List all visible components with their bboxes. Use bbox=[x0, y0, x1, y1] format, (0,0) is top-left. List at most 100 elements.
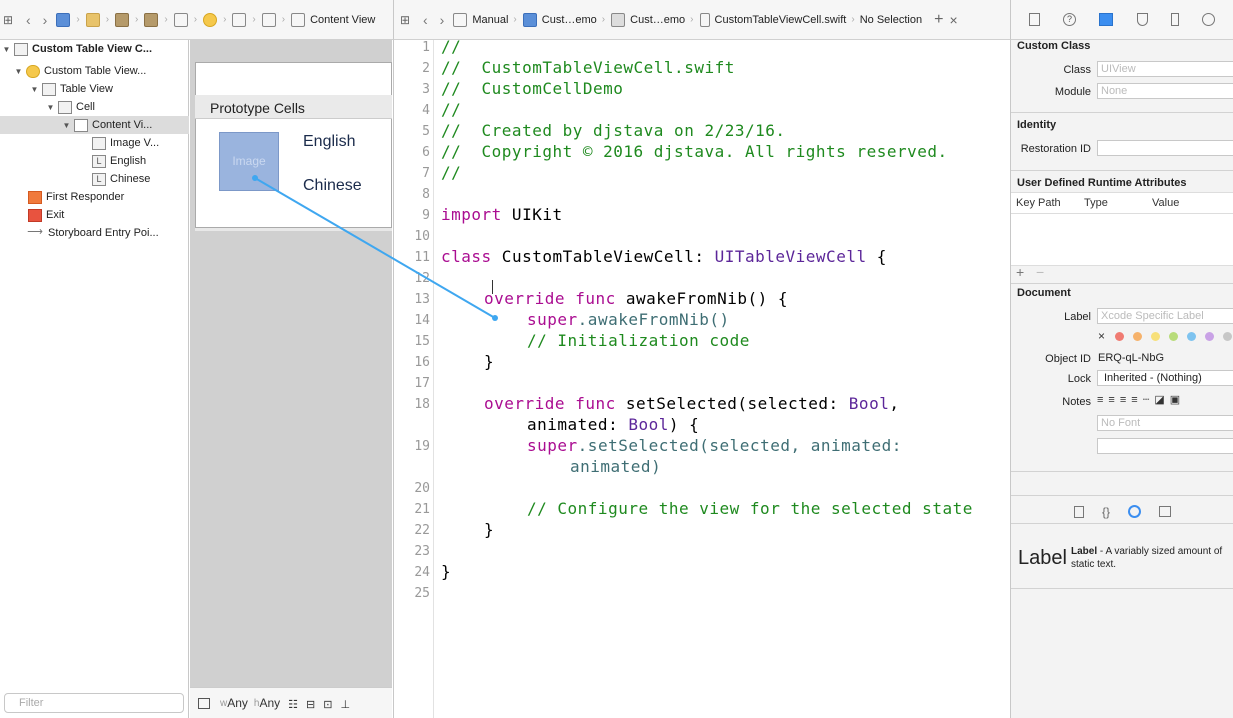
code-line[interactable]: super.awakeFromNib() bbox=[527, 310, 730, 329]
folder-icon[interactable] bbox=[611, 12, 626, 27]
code-editor[interactable]: 1 2 3 4 5 6 7 8 9 10 11 12 13 14 15 16 1… bbox=[393, 37, 1010, 718]
disclosure-triangle-icon[interactable]: ▼ bbox=[2, 45, 11, 54]
manual-icon[interactable] bbox=[453, 12, 468, 27]
code-line[interactable]: import UIKit bbox=[441, 205, 563, 224]
library-item-description[interactable]: Label - A variably sized amount of stati… bbox=[1071, 545, 1233, 571]
related-items-icon[interactable]: ⊞ bbox=[3, 13, 17, 27]
size-class-height[interactable]: Any bbox=[259, 696, 280, 710]
cell-icon[interactable] bbox=[261, 12, 276, 27]
attributes-inspector-icon[interactable] bbox=[1136, 13, 1148, 26]
project-icon[interactable] bbox=[522, 12, 537, 27]
code-line[interactable]: // bbox=[441, 163, 461, 182]
outline-item-english[interactable]: L English bbox=[0, 152, 189, 170]
storyboard-icon[interactable] bbox=[144, 12, 159, 27]
restoration-id-field[interactable] bbox=[1097, 140, 1233, 156]
scene-icon[interactable] bbox=[173, 12, 188, 27]
file-template-library-icon[interactable] bbox=[1073, 505, 1084, 518]
back-arrow-icon[interactable]: ‹ bbox=[423, 12, 428, 28]
notes-text-field[interactable] bbox=[1097, 438, 1233, 454]
lock-popup[interactable]: Inherited - (Nothing) bbox=[1097, 370, 1233, 386]
align-center-icon[interactable]: ≡ bbox=[1108, 394, 1119, 406]
controller-icon[interactable] bbox=[203, 12, 218, 27]
column-key-path[interactable]: Key Path bbox=[1016, 197, 1061, 209]
code-line[interactable]: // Copyright © 2016 djstava. All rights … bbox=[441, 142, 948, 161]
outline-item-scene[interactable]: ▼ Custom Table View C... bbox=[0, 40, 189, 58]
column-type[interactable]: Type bbox=[1084, 197, 1108, 209]
code-line[interactable]: super.setSelected(selected, animated: bbox=[527, 436, 902, 455]
media-library-icon[interactable] bbox=[1159, 506, 1171, 517]
add-attribute-button[interactable]: + bbox=[1016, 264, 1024, 280]
label-color-red[interactable] bbox=[1115, 332, 1124, 341]
code-line[interactable]: } bbox=[484, 352, 494, 371]
object-library-icon[interactable] bbox=[1128, 505, 1141, 518]
cell-label-chinese[interactable]: Chinese bbox=[303, 177, 362, 195]
dashes-icon[interactable]: ┄ bbox=[1143, 394, 1155, 406]
column-value[interactable]: Value bbox=[1152, 197, 1179, 209]
code-line[interactable]: animated) bbox=[570, 457, 661, 476]
align-left-icon[interactable]: ≡ bbox=[1097, 394, 1108, 406]
folder-icon[interactable] bbox=[85, 12, 100, 27]
pin-icon[interactable]: ⊡ bbox=[323, 698, 332, 711]
document-label-field[interactable]: Xcode Specific Label bbox=[1097, 308, 1233, 324]
class-field[interactable]: UIView bbox=[1097, 61, 1233, 77]
project-icon[interactable] bbox=[56, 12, 71, 27]
clear-color-button[interactable]: × bbox=[1098, 329, 1105, 343]
stack-icon[interactable]: ☷ bbox=[288, 698, 298, 711]
code-line[interactable]: animated: Bool) { bbox=[527, 415, 699, 434]
size-class-width[interactable]: Any bbox=[227, 696, 248, 710]
outline-item-entry-point[interactable]: ⟶ Storyboard Entry Poi... bbox=[0, 224, 189, 242]
outline-item-image-view[interactable]: Image V... bbox=[0, 134, 189, 152]
runtime-attributes-table[interactable]: Key Path Type Value bbox=[1011, 192, 1233, 266]
label-color-blue[interactable] bbox=[1187, 332, 1196, 341]
identity-inspector-icon[interactable] bbox=[1099, 13, 1114, 26]
jump-bar-file[interactable]: CustomTableViewCell.swift bbox=[715, 14, 847, 26]
cell-label-english[interactable]: English bbox=[303, 133, 355, 151]
code-line[interactable]: // CustomTableViewCell.swift bbox=[441, 58, 735, 77]
related-items-icon[interactable]: ⊞ bbox=[400, 13, 414, 27]
view-icon[interactable] bbox=[291, 12, 306, 27]
jump-bar-manual[interactable]: Manual bbox=[472, 14, 508, 26]
outline-item-content-view[interactable]: ▼ Content Vi... bbox=[0, 116, 189, 134]
library-item-label-glyph[interactable]: Label bbox=[1018, 547, 1067, 570]
quick-help-icon[interactable]: ? bbox=[1062, 13, 1076, 26]
disclosure-triangle-icon[interactable]: ▼ bbox=[46, 103, 55, 112]
code-line[interactable]: override func setSelected(selected: Bool… bbox=[484, 394, 899, 413]
forward-arrow-icon[interactable]: › bbox=[440, 12, 445, 28]
size-inspector-icon[interactable] bbox=[1170, 13, 1179, 26]
notes-font-field[interactable]: No Font bbox=[1097, 415, 1233, 431]
outline-item-controller[interactable]: ▼ Custom Table View... bbox=[0, 62, 189, 80]
connections-inspector-icon[interactable] bbox=[1202, 13, 1216, 26]
outline-item-table-view[interactable]: ▼ Table View bbox=[0, 80, 189, 98]
close-editor-button[interactable]: × bbox=[949, 12, 957, 28]
code-line[interactable]: // Initialization code bbox=[527, 331, 750, 350]
jump-bar-folder[interactable]: Cust…emo bbox=[630, 14, 685, 26]
align-right-icon[interactable]: ≡ bbox=[1120, 394, 1131, 406]
jump-bar-project[interactable]: Cust…emo bbox=[542, 14, 597, 26]
outline-item-first-responder[interactable]: First Responder bbox=[0, 188, 189, 206]
back-arrow-icon[interactable]: ‹ bbox=[26, 12, 31, 28]
code-line[interactable]: // CustomCellDemo bbox=[441, 79, 623, 98]
disclosure-triangle-icon[interactable]: ▼ bbox=[14, 67, 23, 76]
add-editor-button[interactable]: + bbox=[934, 11, 943, 29]
code-line[interactable]: // Created by djstava on 2/23/16. bbox=[441, 121, 786, 140]
code-line[interactable]: } bbox=[484, 520, 494, 539]
disclosure-triangle-icon[interactable]: ▼ bbox=[30, 85, 39, 94]
label-color-gray[interactable] bbox=[1223, 332, 1232, 341]
cell-image-view[interactable]: Image bbox=[219, 132, 279, 191]
label-color-green[interactable] bbox=[1169, 332, 1178, 341]
forward-arrow-icon[interactable]: › bbox=[43, 12, 48, 28]
outline-item-exit[interactable]: Exit bbox=[0, 206, 189, 224]
label-color-yellow[interactable] bbox=[1151, 332, 1160, 341]
label-color-purple[interactable] bbox=[1205, 332, 1214, 341]
code-line[interactable]: // Configure the view for the selected s… bbox=[527, 499, 973, 518]
label-color-orange[interactable] bbox=[1133, 332, 1142, 341]
code-line[interactable]: // bbox=[441, 100, 461, 119]
remove-attribute-button[interactable]: − bbox=[1036, 264, 1044, 280]
code-line[interactable]: class CustomTableViewCell: UITableViewCe… bbox=[441, 247, 887, 266]
code-line[interactable]: // bbox=[441, 37, 461, 56]
image-icon[interactable]: ▣ bbox=[1170, 394, 1185, 406]
resolve-issues-icon[interactable]: ⊥ bbox=[340, 698, 350, 711]
outline-item-chinese[interactable]: L Chinese bbox=[0, 170, 189, 188]
storyboard-canvas[interactable]: Prototype Cells Image English Chinese w … bbox=[190, 40, 392, 718]
jump-bar-selection[interactable]: No Selection bbox=[860, 14, 922, 26]
